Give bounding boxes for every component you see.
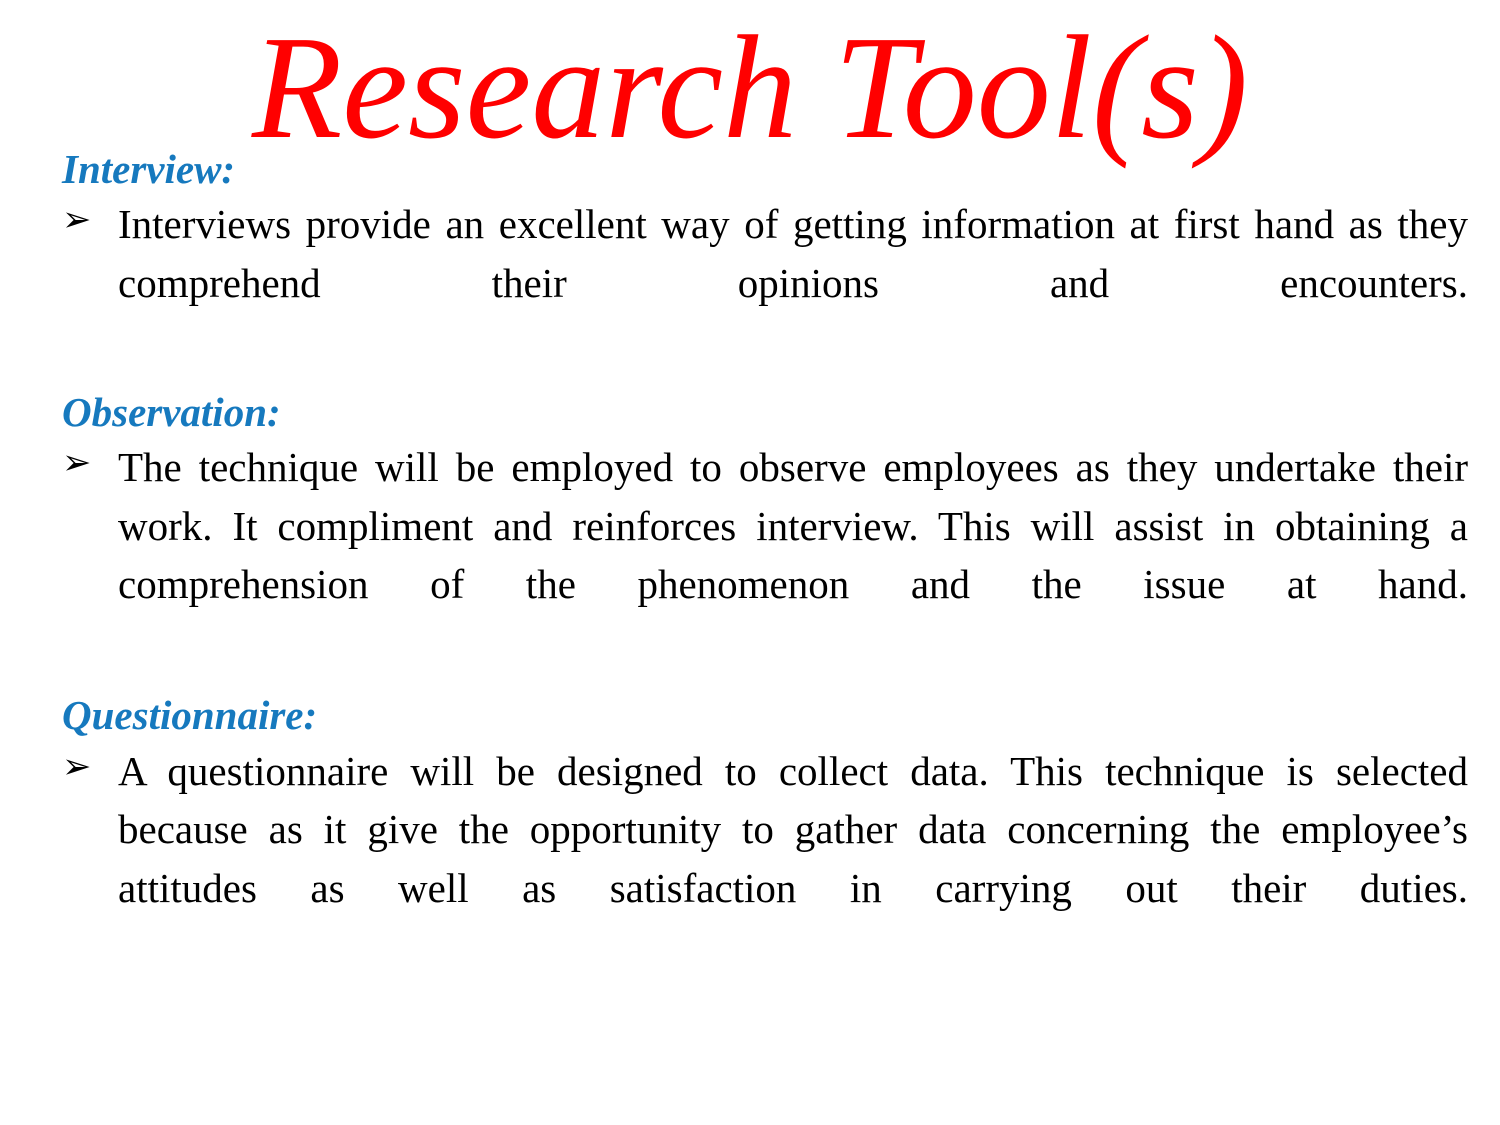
bullet-text-questionnaire-1: A questionnaire will be designed to coll… (118, 747, 1468, 911)
slide-canvas: Research Tool(s) Interview: ➢ Interviews… (0, 0, 1500, 1125)
section-questionnaire: Questionnaire: ➢ A questionnaire will be… (62, 694, 1468, 976)
arrowhead-bullet-icon: ➢ (62, 442, 92, 483)
section-heading-interview: Interview: (62, 146, 236, 192)
section-heading-observation: Observation: (62, 388, 281, 435)
bullet-text-observation-1: The technique will be employed to observ… (118, 443, 1468, 608)
list-item: ➢ The technique will be employed to obse… (62, 438, 1468, 673)
page-title: Research Tool(s) (251, 6, 1249, 170)
list-item: ➢ A questionnaire will be designed to co… (62, 742, 1468, 977)
section-interview: Interview: ➢ Interviews provide an excel… (62, 146, 1468, 371)
bullet-text-interview-1: Interviews provide an excellent way of g… (118, 201, 1468, 306)
arrowhead-bullet-icon: ➢ (62, 746, 92, 787)
slide-body: Interview: ➢ Interviews provide an excel… (62, 146, 1468, 976)
arrowhead-bullet-icon: ➢ (62, 200, 92, 241)
section-observation: Observation: ➢ The technique will be emp… (62, 388, 1468, 673)
section-heading-questionnaire: Questionnaire: (62, 692, 318, 739)
list-item: ➢ Interviews provide an excellent way of… (62, 195, 1468, 371)
